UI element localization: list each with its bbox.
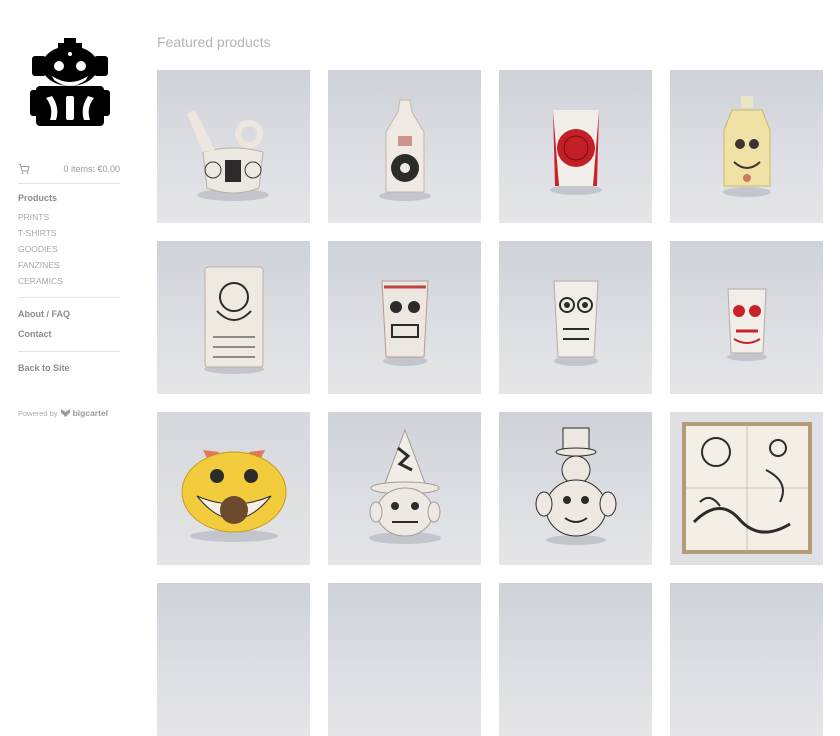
- product-card[interactable]: [157, 412, 310, 565]
- divider: [18, 351, 120, 352]
- category-list: PRINTS T-SHIRTS GOODIES FANZINES CERAMIC…: [18, 211, 63, 291]
- product-card[interactable]: [499, 412, 652, 565]
- cart-total: 0 items: €0.00: [63, 164, 120, 174]
- product-card[interactable]: [670, 241, 823, 394]
- nav-products[interactable]: Products: [18, 193, 57, 203]
- product-card[interactable]: [670, 70, 823, 223]
- product-image: [682, 422, 812, 554]
- product-card[interactable]: [499, 241, 652, 394]
- product-card[interactable]: [328, 241, 481, 394]
- product-card[interactable]: [328, 70, 481, 223]
- product-card[interactable]: [499, 70, 652, 223]
- product-image: [553, 280, 599, 366]
- cart-icon: [18, 164, 30, 174]
- nav-about[interactable]: About / FAQ: [18, 309, 70, 319]
- bigcartel-logo-icon: [60, 409, 70, 417]
- product-image: [727, 288, 767, 361]
- nav-category-t-shirts[interactable]: T-SHIRTS: [18, 227, 63, 243]
- product-image: [723, 96, 771, 197]
- product-card[interactable]: [328, 583, 481, 736]
- product-image: [535, 427, 617, 545]
- powered-by[interactable]: Powered by bigcartel: [18, 408, 108, 418]
- nav-contact[interactable]: Contact: [18, 329, 52, 339]
- product-image: [204, 266, 264, 374]
- nav-category-goodies[interactable]: GOODIES: [18, 243, 63, 259]
- product-image: [381, 280, 429, 366]
- product-image: [550, 110, 602, 195]
- product-card[interactable]: [670, 583, 823, 736]
- product-card[interactable]: [157, 583, 310, 736]
- nav-category-ceramics[interactable]: CERAMICS: [18, 275, 63, 291]
- product-card[interactable]: [499, 583, 652, 736]
- product-image: [181, 450, 287, 542]
- powered-prefix: Powered by: [18, 408, 58, 418]
- powered-brand: bigcartel: [72, 408, 109, 418]
- store-logo[interactable]: [30, 38, 110, 130]
- product-card[interactable]: [670, 412, 823, 565]
- product-card[interactable]: [157, 241, 310, 394]
- cart-summary[interactable]: 0 items: €0.00: [18, 160, 120, 178]
- nav-category-prints[interactable]: PRINTS: [18, 211, 63, 227]
- nav-back-to-site[interactable]: Back to Site: [18, 363, 70, 373]
- product-image: [187, 110, 269, 201]
- product-card[interactable]: [157, 70, 310, 223]
- product-card[interactable]: [328, 412, 481, 565]
- divider: [18, 183, 120, 184]
- product-image: [379, 99, 431, 201]
- page-title: Featured products: [157, 34, 271, 50]
- divider: [18, 297, 120, 298]
- product-image: [369, 428, 441, 544]
- nav-category-fanzines[interactable]: FANZINES: [18, 259, 63, 275]
